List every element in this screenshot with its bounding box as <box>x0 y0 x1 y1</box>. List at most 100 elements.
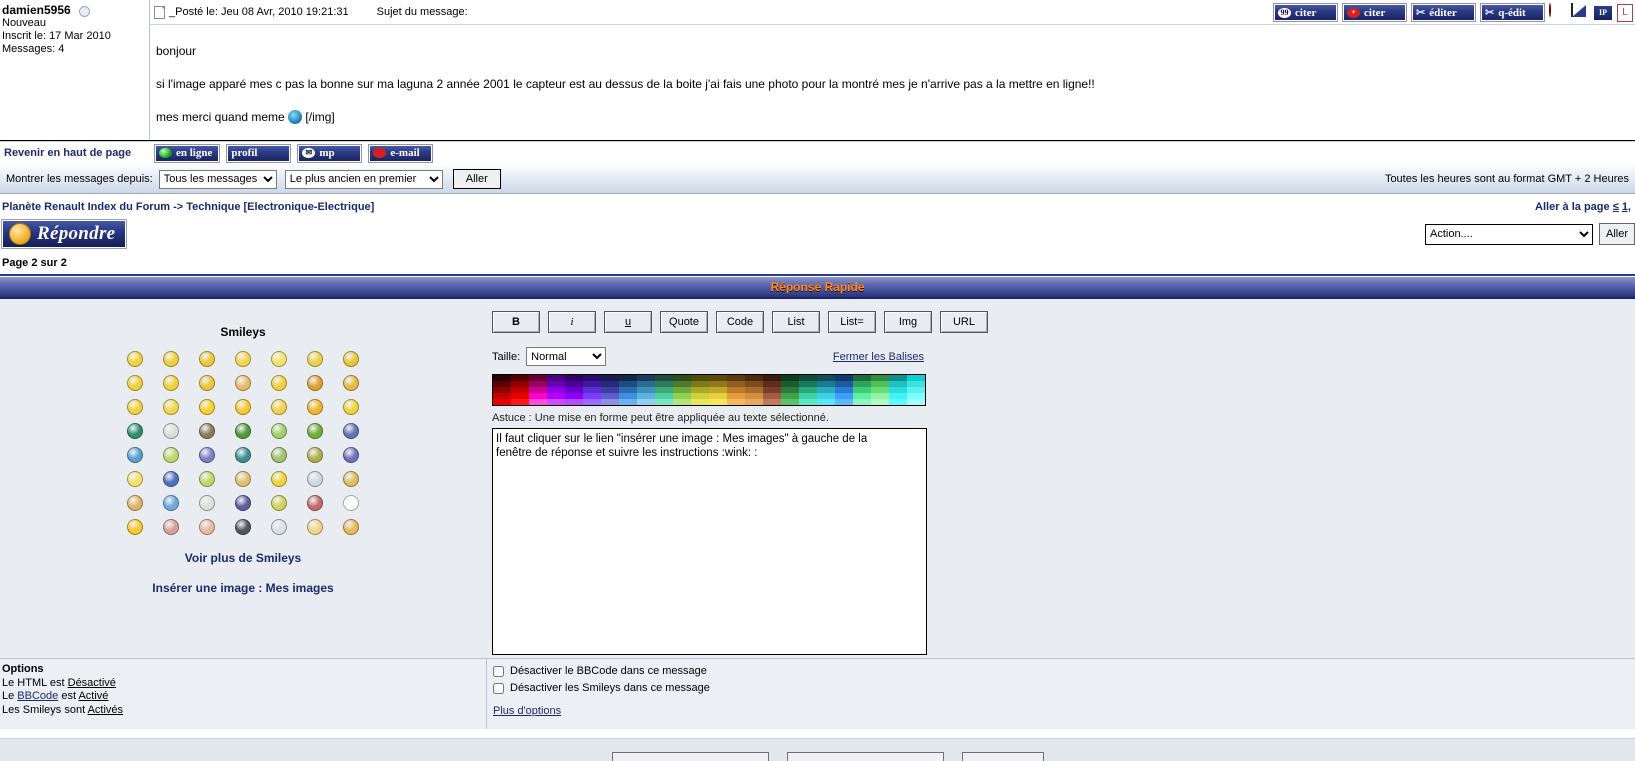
color-palette[interactable] <box>492 374 926 406</box>
smiley-icon[interactable] <box>307 519 323 535</box>
color-swatch[interactable] <box>745 399 763 405</box>
smiley-icon[interactable] <box>271 375 287 391</box>
action-select[interactable]: Action.... <box>1424 223 1593 245</box>
breadcrumb[interactable]: Planète Renault Index du Forum -> Techni… <box>2 201 374 213</box>
smiley-icon[interactable] <box>343 423 359 439</box>
smiley-icon[interactable] <box>127 495 143 511</box>
profile-button[interactable]: profil <box>226 143 292 163</box>
color-swatch[interactable] <box>871 399 889 405</box>
bbcode-list-button[interactable]: List <box>772 311 820 333</box>
smiley-icon[interactable] <box>127 423 143 439</box>
smiley-icon[interactable] <box>199 519 215 535</box>
color-swatch[interactable] <box>691 399 709 405</box>
font-size-select[interactable]: Normal <box>526 347 607 366</box>
more-options-link[interactable]: Plus d'options <box>493 705 561 717</box>
quote-button[interactable]: 99 citer <box>1273 3 1338 22</box>
smiley-icon[interactable] <box>235 399 251 415</box>
smiley-icon[interactable] <box>271 423 287 439</box>
smiley-icon[interactable] <box>163 375 179 391</box>
email-button[interactable]: e-mail <box>368 143 434 163</box>
smiley-icon[interactable] <box>343 495 359 511</box>
smiley-icon[interactable] <box>271 471 287 487</box>
message-textarea[interactable]: Il faut cliquer sur le lien "insérer une… <box>492 428 927 655</box>
smiley-icon[interactable] <box>271 495 287 511</box>
smiley-icon[interactable] <box>343 519 359 535</box>
bbcode-underline-button[interactable]: u <box>604 311 652 333</box>
smiley-icon[interactable] <box>127 375 143 391</box>
color-swatch[interactable] <box>601 399 619 405</box>
smiley-icon[interactable] <box>271 447 287 463</box>
back-to-top-link[interactable]: Revenir en haut de page <box>0 147 150 159</box>
bbcode-img-button[interactable]: Img <box>884 311 932 333</box>
smiley-icon[interactable] <box>199 351 215 367</box>
smiley-icon[interactable] <box>343 375 359 391</box>
filter-go-button[interactable]: Aller <box>452 169 501 189</box>
smiley-icon[interactable] <box>199 495 215 511</box>
bbcode-code-button[interactable]: Code <box>716 311 764 333</box>
smiley-icon[interactable] <box>235 423 251 439</box>
smiley-icon[interactable] <box>307 375 323 391</box>
bbcode-bold-button[interactable]: B <box>492 311 540 333</box>
smiley-icon[interactable] <box>271 399 287 415</box>
color-swatch[interactable] <box>709 399 727 405</box>
smiley-icon[interactable] <box>163 495 179 511</box>
color-swatch[interactable] <box>529 399 547 405</box>
filter-order-select[interactable]: Le plus ancien en premier <box>284 169 443 189</box>
smiley-icon[interactable] <box>235 375 251 391</box>
smiley-icon[interactable] <box>343 351 359 367</box>
goto-page-1-link[interactable]: 1, <box>1622 201 1631 213</box>
color-swatch[interactable] <box>727 399 745 405</box>
preview-button[interactable] <box>612 752 769 761</box>
color-swatch[interactable] <box>565 399 583 405</box>
color-swatch[interactable] <box>799 399 817 405</box>
quick-edit-button[interactable]: ✂ q-édit <box>1480 3 1545 22</box>
note-icon[interactable] <box>1571 3 1573 17</box>
online-button[interactable]: en ligne <box>154 143 221 163</box>
smiley-icon[interactable] <box>307 495 323 511</box>
disable-smileys-checkbox[interactable] <box>493 682 504 694</box>
smiley-icon[interactable] <box>307 399 323 415</box>
smiley-icon[interactable] <box>271 351 287 367</box>
smiley-icon[interactable] <box>199 471 215 487</box>
smiley-icon[interactable] <box>307 423 323 439</box>
smiley-icon[interactable] <box>127 519 143 535</box>
smiley-icon[interactable] <box>163 351 179 367</box>
disable-smileys-row[interactable]: Désactiver les Smileys dans ce message <box>493 682 1635 694</box>
cancel-button[interactable] <box>962 752 1044 761</box>
color-swatch[interactable] <box>781 399 799 405</box>
smiley-icon[interactable] <box>163 447 179 463</box>
smiley-icon[interactable] <box>343 399 359 415</box>
color-swatch[interactable] <box>619 399 637 405</box>
smiley-icon[interactable] <box>343 471 359 487</box>
smiley-icon[interactable] <box>199 375 215 391</box>
disable-bbcode-checkbox[interactable] <box>493 665 504 677</box>
smiley-icon[interactable] <box>235 519 251 535</box>
smiley-icon[interactable] <box>235 447 251 463</box>
smiley-icon[interactable] <box>199 399 215 415</box>
color-swatch[interactable] <box>547 399 565 405</box>
smiley-icon[interactable] <box>307 447 323 463</box>
color-swatch[interactable] <box>583 399 601 405</box>
action-go-button[interactable]: Aller <box>1598 223 1635 245</box>
smiley-icon[interactable] <box>163 399 179 415</box>
bbcode-list-eq-button[interactable]: List= <box>828 311 876 333</box>
smiley-icon[interactable] <box>199 447 215 463</box>
bbcode-quote-button[interactable]: Quote <box>660 311 708 333</box>
color-swatch[interactable] <box>835 399 853 405</box>
multiquote-button[interactable]: + citer <box>1342 3 1407 22</box>
color-swatch[interactable] <box>493 399 511 405</box>
smiley-icon[interactable] <box>343 447 359 463</box>
color-swatch[interactable] <box>817 399 835 405</box>
smiley-icon[interactable] <box>163 471 179 487</box>
smiley-icon[interactable] <box>127 447 143 463</box>
bbcode-italic-button[interactable]: i <box>548 311 596 333</box>
smiley-icon[interactable] <box>163 519 179 535</box>
smiley-icon[interactable] <box>307 471 323 487</box>
filter-posts-select[interactable]: Tous les messages <box>158 169 277 189</box>
delete-post-icon[interactable] <box>1549 3 1551 17</box>
color-swatch[interactable] <box>655 399 673 405</box>
color-swatch[interactable] <box>853 399 871 405</box>
insert-image-link[interactable]: Insérer une image : Mes images <box>0 581 486 595</box>
ip-icon[interactable]: IP <box>1593 4 1613 21</box>
edit-button[interactable]: ✂ éditer <box>1411 3 1476 22</box>
